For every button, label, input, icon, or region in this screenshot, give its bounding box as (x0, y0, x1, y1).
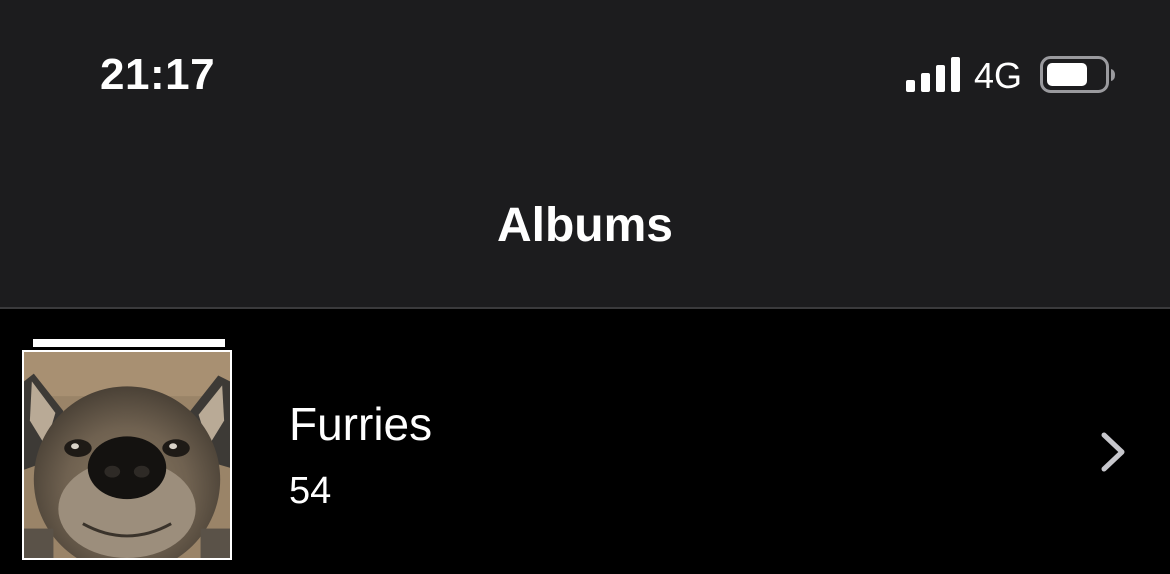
page-title: Albums (496, 199, 673, 252)
album-thumbnail-image (22, 350, 232, 560)
header-area: 21:17 4G Albums (0, 0, 1170, 307)
album-stack-edge (33, 339, 225, 347)
network-type-label: 4G (974, 55, 1023, 96)
album-title: Furries (289, 398, 433, 450)
album-photo-count: 54 (289, 470, 332, 512)
status-time: 21:17 (100, 50, 216, 99)
battery-icon (1040, 56, 1115, 93)
status-bar: 21:17 4G (0, 0, 1170, 150)
album-list-item[interactable]: Furries 54 (0, 309, 1170, 574)
chevron-right-icon (1101, 432, 1125, 472)
cellular-signal-icon (906, 57, 960, 92)
